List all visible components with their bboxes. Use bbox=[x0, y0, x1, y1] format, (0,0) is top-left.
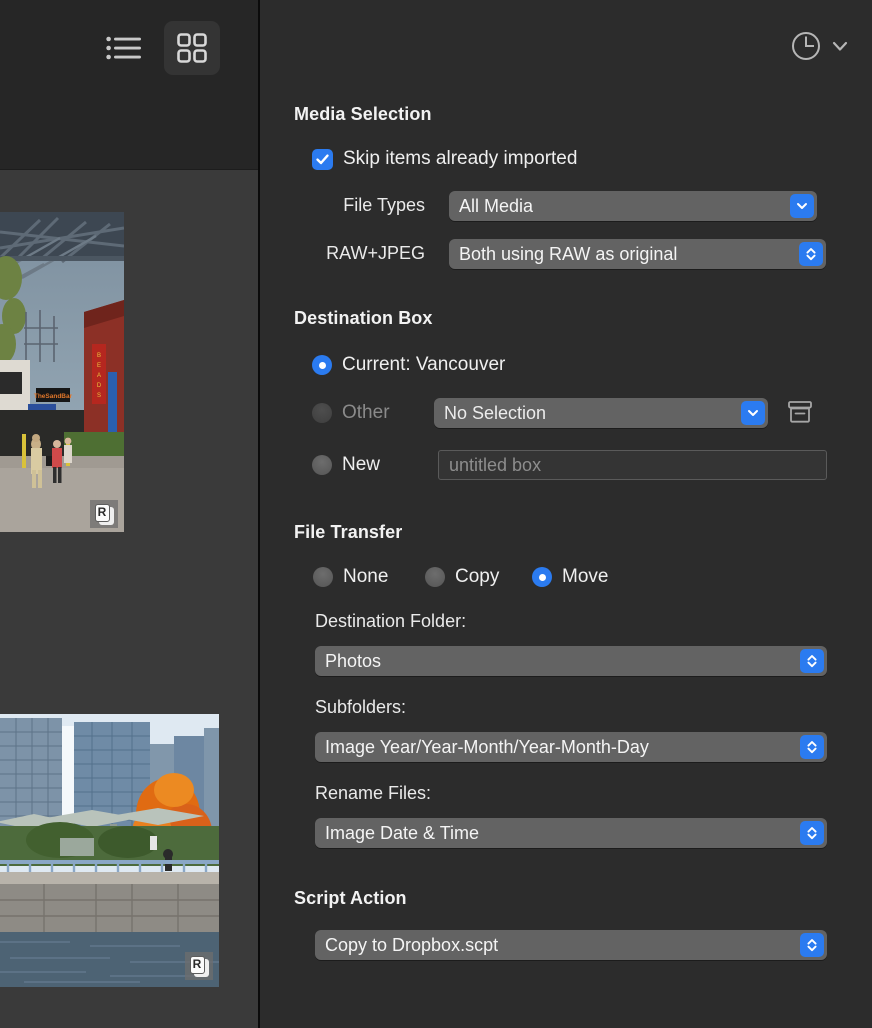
up-down-chevron-glyph bbox=[807, 939, 817, 952]
sidebar-toolbar bbox=[0, 0, 258, 170]
file-transfer-none-radio[interactable] bbox=[313, 567, 333, 587]
raw-badge-label: R bbox=[189, 955, 205, 974]
raw-jpeg-value: Both using RAW as original bbox=[459, 243, 678, 264]
media-selection-title: Media Selection bbox=[294, 104, 432, 124]
up-down-chevron-glyph bbox=[807, 827, 817, 840]
thumbnail-granville-island-street-scene[interactable]: B E A D S TheSandBar R bbox=[0, 212, 124, 532]
chevron-down-glyph bbox=[748, 410, 758, 416]
subfolders-label: Subfolders: bbox=[315, 697, 407, 717]
script-action-value: Copy to Dropbox.scpt bbox=[325, 934, 499, 955]
file-transfer-move-row[interactable]: Move bbox=[532, 566, 608, 588]
file-types-select[interactable]: All Media bbox=[449, 191, 817, 221]
raw-jpeg-select[interactable]: Both using RAW as original bbox=[449, 239, 826, 269]
clock-icon bbox=[792, 32, 820, 60]
rename-files-select[interactable]: Image Date & Time bbox=[315, 818, 827, 848]
file-types-value: All Media bbox=[459, 195, 534, 216]
subfolders-value: Image Year/Year-Month/Year-Month-Day bbox=[325, 736, 649, 757]
media-browser-sidebar: B E A D S TheSandBar R R bbox=[0, 0, 258, 1028]
thumbnail-image bbox=[0, 714, 219, 987]
destination-new-radio[interactable] bbox=[312, 455, 332, 475]
destination-other-label: Other bbox=[342, 402, 390, 423]
svg-text:S: S bbox=[97, 393, 101, 399]
chevron-down-icon[interactable] bbox=[790, 194, 814, 218]
destination-other-row[interactable]: Other bbox=[312, 402, 390, 424]
skip-imported-label: Skip items already imported bbox=[343, 148, 578, 169]
raw-badge: R bbox=[90, 500, 118, 528]
list-view-button[interactable] bbox=[96, 21, 152, 75]
up-down-chevron-icon[interactable] bbox=[800, 735, 824, 759]
thumbnail-image: B E A D S TheSandBar bbox=[0, 212, 124, 532]
file-transfer-move-label: Move bbox=[562, 566, 609, 587]
destination-current-row[interactable]: Current: Vancouver bbox=[312, 354, 505, 376]
svg-text:B: B bbox=[97, 353, 101, 359]
file-transfer-title: File Transfer bbox=[294, 522, 403, 542]
up-down-chevron-icon[interactable] bbox=[800, 933, 824, 957]
up-down-chevron-glyph bbox=[806, 248, 816, 261]
subfolders-select[interactable]: Image Year/Year-Month/Year-Month-Day bbox=[315, 732, 827, 762]
chevron-down-glyph bbox=[797, 203, 807, 209]
import-settings-panel: Media Selection Skip items already impor… bbox=[258, 0, 872, 1028]
destination-current-label: Current: Vancouver bbox=[342, 354, 506, 375]
chevron-down-icon[interactable] bbox=[741, 401, 765, 425]
list-view-icon bbox=[106, 36, 141, 60]
script-action-title: Script Action bbox=[294, 888, 407, 908]
grid-view-icon bbox=[177, 33, 207, 63]
destination-new-placeholder: untitled box bbox=[449, 454, 542, 475]
destination-other-select[interactable]: No Selection bbox=[434, 398, 768, 428]
archive-box-icon[interactable] bbox=[787, 399, 813, 425]
destination-new-input[interactable]: untitled box bbox=[438, 450, 827, 480]
destination-folder-value: Photos bbox=[325, 650, 382, 671]
up-down-chevron-icon[interactable] bbox=[799, 242, 823, 266]
script-action-select[interactable]: Copy to Dropbox.scpt bbox=[315, 930, 827, 960]
checkmark-icon bbox=[316, 153, 329, 164]
import-settings-window: B E A D S TheSandBar R R Media Selection… bbox=[0, 0, 872, 1028]
sidebar-divider bbox=[258, 0, 260, 1028]
up-down-chevron-glyph bbox=[807, 655, 817, 668]
destination-new-label: New bbox=[342, 454, 381, 475]
skip-imported-checkbox[interactable] bbox=[312, 148, 333, 170]
grid-view-button[interactable] bbox=[164, 21, 220, 75]
raw-badge: R bbox=[185, 952, 213, 980]
destination-new-row[interactable]: New bbox=[312, 454, 380, 476]
svg-text:D: D bbox=[97, 383, 102, 389]
file-transfer-none-label: None bbox=[343, 566, 389, 587]
file-transfer-copy-row[interactable]: Copy bbox=[425, 566, 499, 588]
rename-files-value: Image Date & Time bbox=[325, 822, 480, 843]
view-mode-toggle[interactable] bbox=[96, 21, 220, 75]
file-types-label: File Types bbox=[343, 195, 425, 215]
history-button[interactable] bbox=[790, 30, 850, 62]
file-transfer-copy-label: Copy bbox=[455, 566, 500, 587]
svg-text:TheSandBar: TheSandBar bbox=[34, 393, 73, 400]
destination-other-value: No Selection bbox=[444, 402, 547, 423]
up-down-chevron-icon[interactable] bbox=[800, 821, 824, 845]
chevron-down-icon bbox=[832, 41, 848, 51]
destination-folder-select[interactable]: Photos bbox=[315, 646, 827, 676]
svg-text:A: A bbox=[97, 373, 101, 379]
file-transfer-none-row[interactable]: None bbox=[313, 566, 388, 588]
thumbnail-vancouver-seawall-towers[interactable]: R bbox=[0, 714, 219, 987]
up-down-chevron-icon[interactable] bbox=[800, 649, 824, 673]
file-transfer-move-radio[interactable] bbox=[532, 567, 552, 587]
up-down-chevron-glyph bbox=[807, 741, 817, 754]
destination-other-radio[interactable] bbox=[312, 403, 332, 423]
destination-folder-label: Destination Folder: bbox=[315, 611, 467, 631]
skip-imported-row[interactable]: Skip items already imported bbox=[312, 148, 577, 170]
destination-current-radio[interactable] bbox=[312, 355, 332, 375]
file-transfer-copy-radio[interactable] bbox=[425, 567, 445, 587]
svg-text:E: E bbox=[97, 363, 101, 369]
raw-badge-label: R bbox=[94, 503, 110, 522]
destination-box-title: Destination Box bbox=[294, 308, 433, 328]
rename-files-label: Rename Files: bbox=[315, 783, 432, 803]
raw-jpeg-label: RAW+JPEG bbox=[326, 243, 425, 263]
